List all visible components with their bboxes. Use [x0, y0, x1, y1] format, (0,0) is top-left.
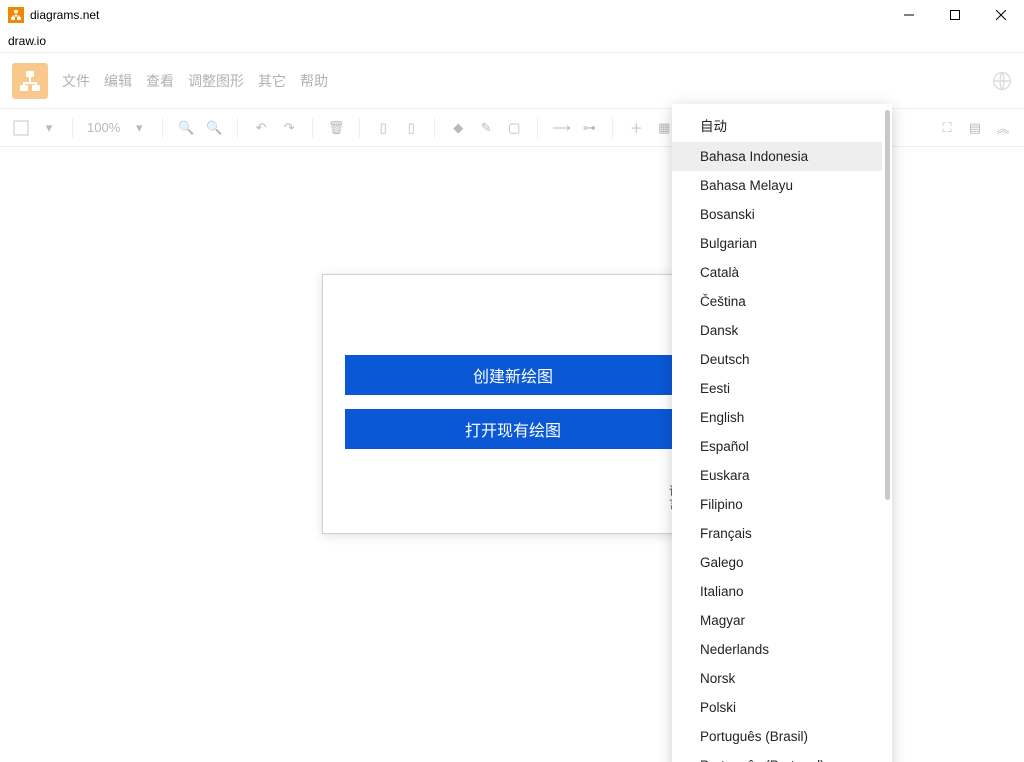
menubar: 文件 编辑 查看 调整图形 其它 帮助 — [0, 53, 1024, 109]
language-option[interactable]: Eesti — [672, 374, 882, 403]
menu-edit[interactable]: 编辑 — [104, 71, 132, 91]
minimize-button[interactable] — [886, 0, 932, 30]
zoom-level[interactable]: 100% — [87, 120, 120, 135]
language-option[interactable]: Bulgarian — [672, 229, 882, 258]
insert-icon[interactable]: ＋ — [627, 119, 645, 137]
app-icon — [8, 7, 24, 23]
language-option[interactable]: Galego — [672, 548, 882, 577]
collapse-icon[interactable]: ︽ — [994, 119, 1012, 137]
language-option[interactable]: Bahasa Melayu — [672, 171, 882, 200]
language-option[interactable]: Français — [672, 519, 882, 548]
document-title: draw.io — [0, 30, 1024, 52]
scrollbar[interactable] — [882, 104, 892, 762]
language-list[interactable]: 自动Bahasa IndonesiaBahasa MelayuBosanskiB… — [672, 104, 882, 762]
language-option[interactable]: Português (Portugal) — [672, 751, 882, 762]
page-view-icon[interactable] — [12, 119, 30, 137]
menu-extras[interactable]: 其它 — [258, 71, 286, 91]
language-link[interactable]: 语 言 — [345, 485, 681, 511]
app-logo — [12, 63, 48, 99]
create-new-diagram-button[interactable]: 创建新绘图 — [345, 355, 681, 395]
window-controls — [886, 0, 1024, 30]
start-dialog: 创建新绘图 打开现有绘图 语 言 — [322, 274, 704, 534]
to-back-icon[interactable]: ▯ — [402, 119, 420, 137]
language-dropdown: 自动Bahasa IndonesiaBahasa MelayuBosanskiB… — [672, 104, 892, 762]
connection-icon[interactable]: ⟶ — [552, 119, 570, 137]
language-option[interactable]: Norsk — [672, 664, 882, 693]
format-panel-icon[interactable]: ▤ — [966, 119, 984, 137]
window-title: diagrams.net — [30, 8, 886, 22]
fullscreen-icon[interactable]: ⛶ — [938, 119, 956, 137]
menu-help[interactable]: 帮助 — [300, 71, 328, 91]
table-icon[interactable]: ▦ — [655, 119, 673, 137]
to-front-icon[interactable]: ▯ — [374, 119, 392, 137]
language-option[interactable]: Bosanski — [672, 200, 882, 229]
zoom-in-icon[interactable]: 🔍 — [177, 119, 195, 137]
language-option[interactable]: English — [672, 403, 882, 432]
language-option[interactable]: Deutsch — [672, 345, 882, 374]
language-option[interactable]: Čeština — [672, 287, 882, 316]
scrollbar-thumb[interactable] — [885, 110, 890, 500]
language-label-line2: 言 — [345, 498, 681, 511]
delete-icon[interactable]: 🗑 — [327, 119, 345, 137]
language-option[interactable]: Nederlands — [672, 635, 882, 664]
open-existing-diagram-button[interactable]: 打开现有绘图 — [345, 409, 681, 449]
fill-color-icon[interactable]: ◆ — [449, 119, 467, 137]
language-label-line1: 语 — [345, 485, 681, 498]
waypoint-icon[interactable]: ⊶ — [580, 119, 598, 137]
menu-view[interactable]: 查看 — [146, 71, 174, 91]
language-option[interactable]: 自动 — [672, 108, 882, 142]
maximize-button[interactable] — [932, 0, 978, 30]
language-option[interactable]: Magyar — [672, 606, 882, 635]
language-option[interactable]: Euskara — [672, 461, 882, 490]
menu-file[interactable]: 文件 — [62, 71, 90, 91]
language-option[interactable]: Dansk — [672, 316, 882, 345]
language-option[interactable]: Italiano — [672, 577, 882, 606]
window-titlebar: diagrams.net — [0, 0, 1024, 30]
language-option[interactable]: Filipino — [672, 490, 882, 519]
language-option[interactable]: Português (Brasil) — [672, 722, 882, 751]
close-button[interactable] — [978, 0, 1024, 30]
chevron-down-icon[interactable]: ▾ — [130, 119, 148, 137]
language-option[interactable]: Bahasa Indonesia — [672, 142, 882, 171]
globe-icon[interactable] — [992, 71, 1012, 91]
chevron-down-icon[interactable]: ▾ — [40, 119, 58, 137]
line-color-icon[interactable]: ✎ — [477, 119, 495, 137]
zoom-out-icon[interactable]: 🔍 — [205, 119, 223, 137]
language-option[interactable]: Polski — [672, 693, 882, 722]
language-option[interactable]: Català — [672, 258, 882, 287]
undo-icon[interactable]: ↶ — [252, 119, 270, 137]
language-option[interactable]: Español — [672, 432, 882, 461]
menu-arrange[interactable]: 调整图形 — [188, 71, 244, 91]
redo-icon[interactable]: ↷ — [280, 119, 298, 137]
shadow-icon[interactable]: ▢ — [505, 119, 523, 137]
